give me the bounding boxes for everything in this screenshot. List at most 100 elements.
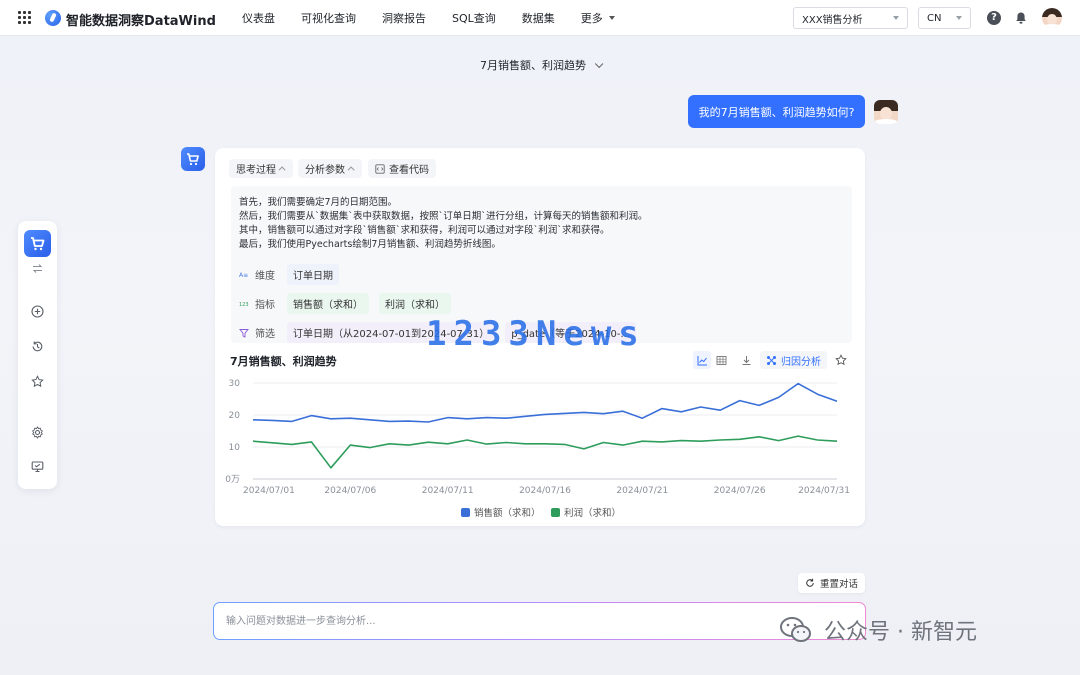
x-tick-label: 2024/07/16 [519,486,571,496]
star-icon[interactable] [31,375,44,388]
user-message-avatar [874,100,898,124]
legend-item-sales[interactable]: 销售额（求和） [461,505,541,519]
y-tick-label: 20 [229,411,241,421]
download-icon[interactable] [737,351,755,369]
top-bar: 智能数据洞察DataWind 仪表盘 可视化查询 洞察报告 SQL查询 数据集 … [0,0,1080,36]
thought-line: 最后，我们使用Pyecharts绘制7月销售额、利润趋势折线图。 [239,239,501,250]
brand-watermark: 公众号 · 新智元 [780,614,977,646]
attribution-analysis-button[interactable]: 归因分析 [760,351,827,369]
switch-arrows-icon[interactable] [31,262,44,275]
nav-label: SQL查询 [452,12,496,25]
metric-row: 123 指标 销售额（求和） 利润（求和） [239,293,461,314]
nav-item-more[interactable]: 更多 [581,10,615,26]
left-rail [18,221,57,489]
nav-item-insight-report[interactable]: 洞察报告 [382,10,426,26]
profit-series-line [252,435,838,469]
caret-down-icon [893,16,899,20]
view-code-label: 查看代码 [389,165,429,176]
dimension-abc-icon: A≡ [239,272,248,279]
reset-conversation-button[interactable]: 重置对话 [798,573,865,593]
thinking-process-toggle[interactable]: 思考过程 [229,159,293,178]
caret-down-icon [956,16,962,20]
help-icon[interactable]: ? [987,11,1001,25]
metric-123-icon: 123 [239,302,249,308]
legend-label-sales: 销售额（求和） [474,508,541,519]
user-message-bubble: 我的7月销售额、利润趋势如何? [688,95,865,128]
analysis-params-toggle[interactable]: 分析参数 [298,159,362,178]
query-input[interactable] [226,612,826,630]
x-tick-label: 2024/07/01 [243,486,295,496]
chevron-down-icon [594,59,604,69]
assistant-cart-avatar-icon [181,147,205,171]
thought-line: 其中，销售额可以通过对字段`销售额`求和获得，利润可以通过对字段`利润`求和获得… [239,225,610,236]
reset-conversation-label: 重置对话 [819,579,858,590]
nav-item-sql-query[interactable]: SQL查询 [452,10,496,26]
settings-gear-icon[interactable] [31,426,44,439]
language-select[interactable]: CN [918,7,971,29]
metric-tag: 销售额（求和） [287,293,369,314]
conversation-title-text: 7月销售额、利润趋势 [480,59,586,72]
favorite-star-icon[interactable] [832,351,850,369]
main-nav: 仪表盘 可视化查询 洞察报告 SQL查询 数据集 更多 [242,0,641,36]
project-select[interactable]: XXX销售分析 [793,7,908,29]
legend-item-profit[interactable]: 利润（求和） [551,505,621,519]
dimension-label: 维度 [255,271,275,282]
notification-bell-icon[interactable] [1014,11,1028,25]
chart-title: 7月销售额、利润趋势 [230,355,337,368]
legend-swatch-sales [461,507,470,517]
analysis-params-label: 分析参数 [305,165,345,176]
app-grid-icon[interactable] [18,11,32,25]
y-tick-label: 0万 [225,475,240,485]
nav-label: 仪表盘 [242,12,275,25]
brand-text: 公众号 · 新智元 [824,620,977,645]
legend-swatch-profit [551,507,560,517]
x-tick-label: 2024/07/11 [422,486,474,496]
chevron-up-icon [347,166,355,174]
nav-item-dataset[interactable]: 数据集 [522,10,555,26]
attribution-icon [767,355,776,365]
nav-label: 数据集 [521,12,555,25]
y-tick-label: 30 [229,379,241,389]
dimension-tag: 订单日期 [287,264,339,285]
x-tick-label: 2024/07/26 [714,486,766,496]
y-tick-label: 10 [229,443,241,453]
sales-series-line [252,382,838,423]
app-title: 智能数据洞察DataWind [66,14,216,29]
screen-monitor-icon[interactable] [31,460,44,473]
x-tick-label: 2024/07/21 [616,486,668,496]
metric-tag: 利润（求和） [379,293,451,314]
svg-text:123: 123 [239,302,249,308]
add-circle-icon[interactable] [31,305,44,318]
history-icon[interactable] [31,340,44,353]
nav-label: 可视化查询 [301,12,356,25]
x-tick-label: 2024/07/06 [324,486,376,496]
user-avatar[interactable] [1042,8,1062,28]
conversation-title[interactable]: 7月销售额、利润趋势 [0,57,1080,73]
query-input-box[interactable] [213,602,866,640]
code-icon [375,163,385,174]
svg-text:A≡: A≡ [239,272,248,279]
project-select-value: XXX销售分析 [802,14,863,26]
refresh-icon [806,578,814,587]
trend-line-chart: 0万 10 20 30 2024/07/01 2024/07/06 2024/07/11 20… [225,379,850,496]
line-chart-view-icon[interactable] [693,351,711,369]
table-view-icon[interactable] [712,351,730,369]
filter-label: 筛选 [255,329,275,340]
wechat-logo-icon [780,617,811,642]
caret-down-icon [608,16,615,20]
thought-line: 首先，我们需要确定7月的日期范围。 [239,197,398,208]
dimension-row: A≡ 维度 订单日期 [239,264,349,285]
view-code-button[interactable]: 查看代码 [368,159,436,178]
x-tick-label: 2024/07/31 [798,486,850,496]
nav-label: 更多 [580,12,603,25]
thought-line: 然后，我们需要从`数据集`表中获取数据，按照`订单日期`进行分组，计算每天的销售… [239,211,648,222]
filter-funnel-icon [239,328,249,338]
thinking-process-label: 思考过程 [236,165,276,176]
shopping-cart-icon[interactable] [24,230,51,257]
watermark-overlay: 1233News [426,314,646,354]
chevron-up-icon [278,166,286,174]
nav-item-visual-query[interactable]: 可视化查询 [301,10,356,26]
nav-item-dashboard[interactable]: 仪表盘 [242,10,275,26]
legend-label-profit: 利润（求和） [564,508,622,519]
metric-label: 指标 [255,300,275,311]
